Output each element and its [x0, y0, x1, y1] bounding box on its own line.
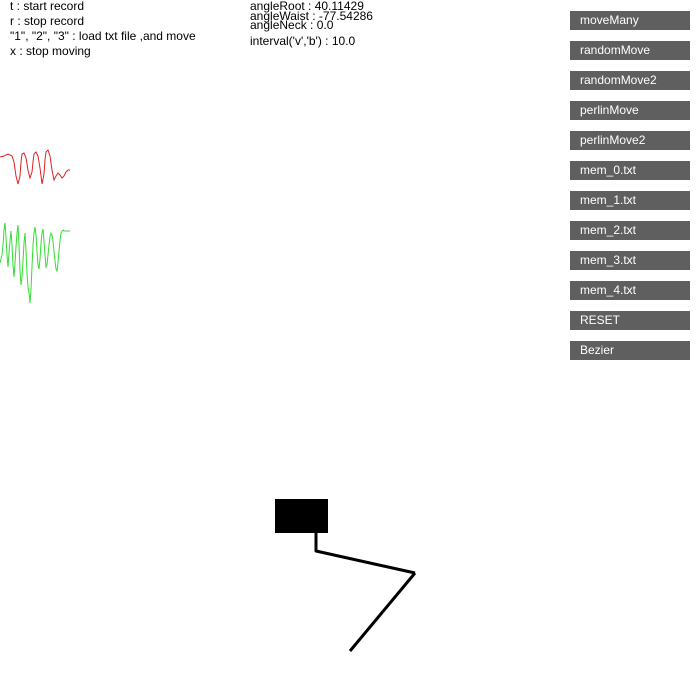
- arm-neck-link: [314, 530, 416, 575]
- robot-arm: [275, 499, 417, 652]
- arm-lower-link: [348, 572, 417, 652]
- arm-head-block: [275, 499, 328, 533]
